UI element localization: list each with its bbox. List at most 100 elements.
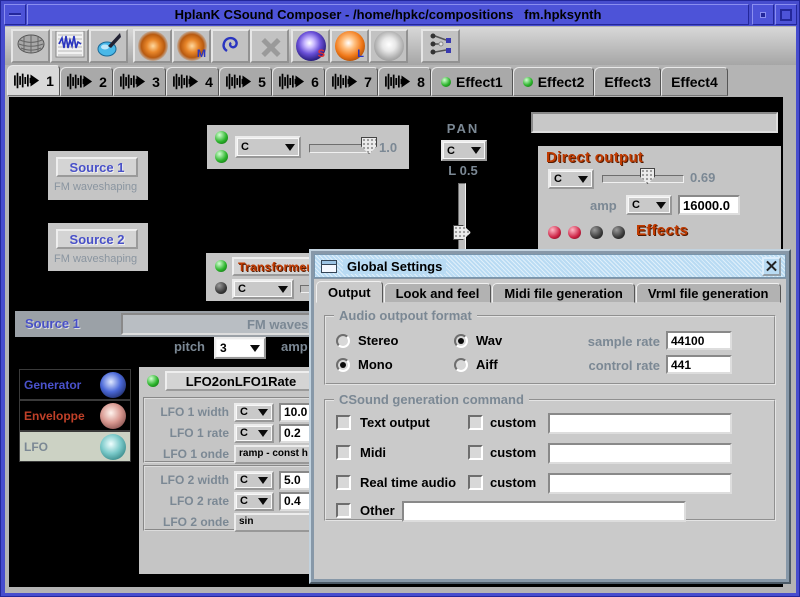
dialog-titlebar[interactable]: Global Settings: [314, 254, 786, 278]
lfo1-combo[interactable]: C: [234, 403, 274, 422]
tab-synth-2[interactable]: 2: [60, 67, 113, 96]
mono-label: Mono: [358, 357, 393, 372]
tab-synth-5[interactable]: 5: [219, 67, 272, 96]
aiff-radio[interactable]: [454, 358, 468, 372]
sphere-l-badge: L: [357, 48, 364, 60]
source1-button[interactable]: Source 1: [56, 157, 138, 177]
lfo2-combo[interactable]: C: [234, 471, 274, 490]
other-field[interactable]: [402, 501, 686, 522]
amp-label: amp: [590, 198, 617, 213]
custom-label: custom: [490, 475, 536, 490]
swirl-m-badge: M: [197, 48, 206, 60]
tab-effect4[interactable]: Effect4: [661, 67, 728, 96]
text-output-checkbox[interactable]: [336, 415, 351, 430]
source1-panel: Source 1 FM waveshaping: [48, 151, 148, 200]
mono-radio[interactable]: [336, 358, 350, 372]
green-led: [215, 150, 228, 163]
lfo1-label: LFO 1 width: [147, 405, 229, 419]
waveform-icon: [13, 71, 41, 90]
ear-button[interactable]: [211, 29, 250, 63]
tab-synth-6[interactable]: 6: [272, 67, 325, 96]
waveform-icon: [384, 72, 412, 91]
sphere-l-button[interactable]: L: [330, 29, 369, 63]
spiral-button[interactable]: [369, 29, 408, 63]
lfo2-row: LFO 2 widthC: [147, 470, 327, 490]
control-rate-field[interactable]: [666, 355, 732, 374]
transformers-combo[interactable]: C: [232, 279, 294, 299]
source2-button[interactable]: Source 2: [56, 229, 138, 249]
mesh-disk-button[interactable]: [11, 29, 50, 63]
disabled-x-button[interactable]: [250, 29, 289, 63]
pan-combo[interactable]: C: [441, 140, 487, 161]
dialog-tab-midi-file-generation[interactable]: Midi file generation: [492, 283, 634, 303]
wav-radio[interactable]: [454, 334, 468, 348]
swirl-m-button[interactable]: M: [172, 29, 211, 63]
other-checkbox[interactable]: [336, 503, 351, 518]
swirl-button[interactable]: [133, 29, 172, 63]
tab-synth-4[interactable]: 4: [166, 67, 219, 96]
custom-command-field[interactable]: [548, 413, 732, 434]
tab-synth-7[interactable]: 7: [325, 67, 378, 96]
sphere-s-button[interactable]: S: [291, 29, 330, 63]
midi-checkbox[interactable]: [336, 445, 351, 460]
csound-row-label: Midi: [360, 445, 386, 460]
direct-output-combo[interactable]: C: [548, 169, 594, 189]
csound-group-title: CSound generation command: [334, 392, 529, 407]
ink-pen-button[interactable]: [89, 29, 128, 63]
window-menu-button[interactable]: [4, 4, 26, 25]
window-title: HplanK CSound Composer - /home/hpkc/comp…: [175, 7, 602, 22]
red-led[interactable]: [548, 226, 561, 239]
output-name-field[interactable]: [531, 112, 778, 133]
tab-synth-8[interactable]: 8: [378, 67, 431, 96]
spiral-icon: [374, 31, 404, 61]
waveform-icon: [66, 72, 94, 91]
score-button[interactable]: [50, 29, 89, 63]
minimize-button[interactable]: [752, 4, 774, 25]
lfo-crystal-icon: [100, 434, 126, 460]
toolbar-group: M: [133, 29, 289, 63]
tab-effect2[interactable]: Effect2: [513, 67, 595, 96]
dark-led[interactable]: [590, 226, 603, 239]
lfo1-combo[interactable]: C: [234, 424, 274, 443]
custom-checkbox[interactable]: [468, 445, 483, 460]
pitch-combo[interactable]: 3: [214, 337, 266, 359]
custom-command-field[interactable]: [548, 443, 732, 464]
patch-icon: [428, 31, 454, 62]
chevron-down-icon: [258, 430, 268, 437]
window-titlebar[interactable]: HplanK CSound Composer - /home/hpkc/comp…: [27, 4, 749, 25]
generator-button[interactable]: Generator: [19, 369, 131, 400]
lfo-module-button[interactable]: LFO2onLFO1Rate: [165, 371, 317, 391]
tab-effect3[interactable]: Effect3: [594, 67, 661, 96]
close-button[interactable]: [762, 257, 781, 276]
waveform-icon: [172, 72, 200, 91]
dialog-tab-look-and-feel[interactable]: Look and feel: [384, 283, 492, 303]
custom-checkbox[interactable]: [468, 415, 483, 430]
dialog-tab-vrml-file-generation[interactable]: Vrml file generation: [636, 283, 781, 303]
real-time-audio-checkbox[interactable]: [336, 475, 351, 490]
stereo-radio[interactable]: [336, 334, 350, 348]
tab-synth-1[interactable]: 1: [7, 65, 60, 96]
green-led: [215, 131, 228, 144]
amp-field[interactable]: [678, 195, 740, 215]
green-led: [441, 77, 451, 87]
direct-output-value: 0.69: [690, 170, 715, 185]
window-menu-icon: [9, 13, 21, 16]
tab-effect1[interactable]: Effect1: [431, 67, 513, 96]
pan-slider-thumb[interactable]: [453, 225, 471, 240]
custom-checkbox[interactable]: [468, 475, 483, 490]
mod-combo[interactable]: C: [235, 136, 301, 158]
amp-combo[interactable]: C: [626, 195, 672, 215]
maximize-button[interactable]: [775, 4, 797, 25]
dark-led[interactable]: [612, 226, 625, 239]
sample-rate-field[interactable]: [666, 331, 732, 350]
window-icon: [321, 260, 337, 273]
patch-button[interactable]: [421, 29, 460, 63]
enveloppe-button[interactable]: Enveloppe: [19, 400, 131, 431]
red-led[interactable]: [568, 226, 581, 239]
tab-synth-3[interactable]: 3: [113, 67, 166, 96]
toolbar-group: [421, 29, 460, 63]
lfo-button[interactable]: LFO: [19, 431, 131, 462]
custom-command-field[interactable]: [548, 473, 732, 494]
dialog-tab-output[interactable]: Output: [316, 281, 383, 303]
lfo2-combo[interactable]: C: [234, 492, 274, 511]
